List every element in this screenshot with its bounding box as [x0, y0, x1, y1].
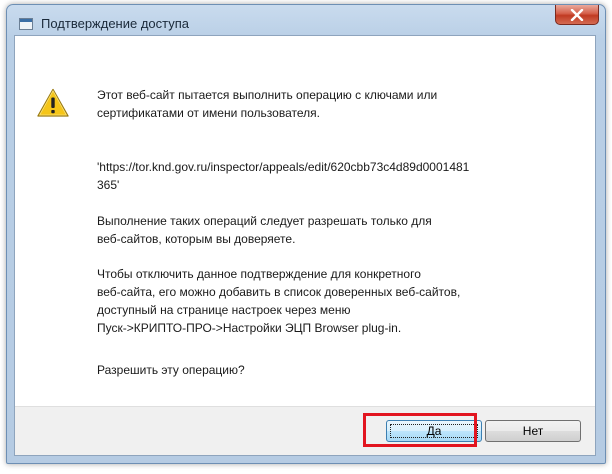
close-icon [570, 8, 584, 21]
message-intro: Этот веб-сайт пытается выполнить операци… [97, 88, 438, 120]
message-trust-note: Выполнение таких операций следует разреш… [97, 214, 432, 246]
no-button-label: Нет [522, 424, 544, 438]
app-window-icon [19, 18, 33, 30]
yes-button-highlight [363, 413, 477, 447]
button-bar: Да Нет [15, 406, 595, 455]
confirm-question: Разрешить эту операцию? [97, 363, 245, 377]
dialog-content: Этот веб-сайт пытается выполнить операци… [14, 35, 596, 456]
message-disable-instructions: Чтобы отключить данное подтверждение для… [97, 267, 461, 335]
close-button[interactable] [555, 5, 599, 25]
warning-icon [37, 88, 69, 117]
no-button[interactable]: Нет [485, 420, 581, 442]
window-title: Подтверждение доступа [41, 16, 190, 31]
site-url: 'https://tor.knd.gov.ru/inspector/appeal… [97, 160, 470, 192]
